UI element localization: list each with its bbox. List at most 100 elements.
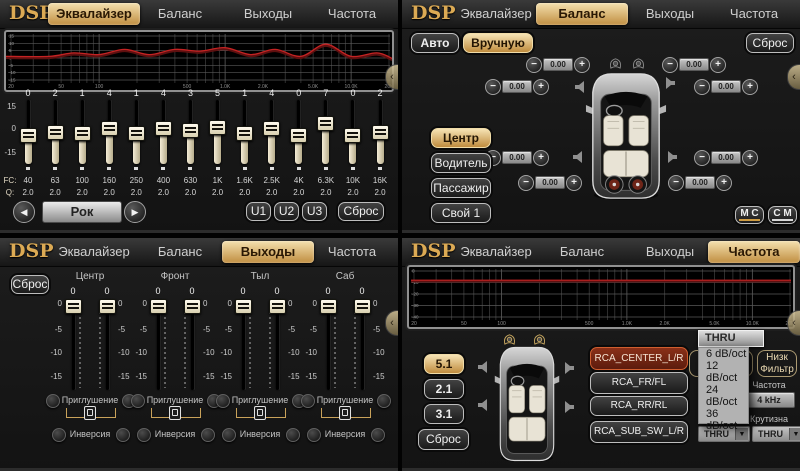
invert-toggle-right[interactable] [116,428,130,442]
output-slider-handle[interactable] [65,299,82,314]
tab-balance[interactable]: Баланс [536,3,628,25]
band-slider-handle[interactable] [344,128,361,143]
panel-pullout-handle[interactable]: ‹ [787,310,800,336]
panel-pullout-handle[interactable]: ‹ [787,64,800,90]
eq-reset-button[interactable]: Сброс [338,202,384,221]
band-slider-handle[interactable] [155,121,172,136]
output-slider-handle[interactable] [150,299,167,314]
output-slider-handle[interactable] [354,299,371,314]
invert-toggle-right[interactable] [201,428,215,442]
tab-outputs[interactable]: Выходы [222,241,314,263]
mode-button-5-1[interactable]: 5.1 [424,354,464,374]
invert-toggle-right[interactable] [371,428,385,442]
band-slider-handle[interactable] [47,125,64,140]
auto-button[interactable]: Авто [411,33,459,53]
slope-dropdown-option-3[interactable]: 24 dB/oct [699,384,748,408]
tweeter-icon [608,56,623,74]
band-slider-handle[interactable] [74,126,91,141]
slope-dropdown-selected[interactable]: THRU [698,330,764,347]
level-plus-button[interactable]: + [710,57,726,73]
balance-preset-1[interactable]: Центр [431,128,491,148]
balance-preset-3[interactable]: Пассажир [431,178,491,198]
band-slider-handle[interactable] [128,126,145,141]
tab-equalizer[interactable]: Эквалайзер [48,3,140,25]
mc-mode-button[interactable]: M C [735,206,764,224]
tab-frequency[interactable]: Частота [708,241,800,263]
tab-balance[interactable]: Баланс [134,241,226,263]
balance-preset-2[interactable]: Водитель [431,153,491,173]
tab-outputs[interactable]: Выходы [624,241,716,263]
manual-button[interactable]: Вручную [463,33,533,53]
level-minus-button[interactable]: − [694,79,710,95]
tab-balance[interactable]: Баланс [134,3,226,25]
balance-preset-4[interactable]: Свой 1 [431,203,491,223]
level-minus-button[interactable]: − [526,57,542,73]
mode-button-3-1[interactable]: 3.1 [424,404,464,424]
level-minus-button[interactable]: − [668,175,684,191]
slope-dropdown-option-4[interactable]: 36 dB/oct [699,408,748,432]
tab-frequency[interactable]: Частота [306,3,398,25]
preset-display[interactable]: Рок [42,201,122,223]
link-lock-icon[interactable] [84,406,96,420]
tab-outputs[interactable]: Выходы [624,3,716,25]
balance-reset-button[interactable]: Сброс [746,33,794,53]
memory-button-u3[interactable]: U3 [302,202,327,221]
band-slider-handle[interactable] [236,126,253,141]
memory-button-u2[interactable]: U2 [274,202,299,221]
mute-label: Приглушение [56,395,124,405]
preset-prev-button[interactable]: ◀ [13,201,35,223]
low-filter-tab[interactable]: Низк Фильтр [757,350,797,377]
tab-frequency[interactable]: Частота [708,3,800,25]
link-lock-icon[interactable] [254,406,266,420]
link-lock-icon[interactable] [339,406,351,420]
output-gain-value: 0 [233,286,253,296]
preset-next-button[interactable]: ▶ [124,201,146,223]
invert-toggle-right[interactable] [286,428,300,442]
rca-button-1[interactable]: RCA_CENTER_L/R [590,347,688,370]
level-plus-button[interactable]: + [566,175,582,191]
output-slider-handle[interactable] [99,299,116,314]
level-minus-button[interactable]: − [662,57,678,73]
band-slider-handle[interactable] [372,125,389,140]
slope-dropdown-option-1[interactable]: 6 dB/oct [699,348,748,360]
level-plus-button[interactable]: + [716,175,732,191]
level-plus-button[interactable]: + [742,150,758,166]
memory-button-u1[interactable]: U1 [246,202,271,221]
rca-button-3[interactable]: RCA_RR/RL [590,396,688,416]
rca-button-2[interactable]: RCA_FR/FL [590,372,688,394]
band-slider-handle[interactable] [209,120,226,135]
cm-mode-button[interactable]: C M [768,206,797,224]
output-slider-handle[interactable] [235,299,252,314]
band-slider-handle[interactable] [101,121,118,136]
band-slider-end-dot [26,167,30,170]
level-minus-button[interactable]: − [518,175,534,191]
tab-balance[interactable]: Баланс [536,241,628,263]
level-plus-button[interactable]: + [742,79,758,95]
level-minus-button[interactable]: − [694,150,710,166]
band-slider-handle[interactable] [263,121,280,136]
tab-equalizer[interactable]: Эквалайзер [48,241,140,263]
output-slider-handle[interactable] [320,299,337,314]
output-slider-handle[interactable] [184,299,201,314]
mode-button-2-1[interactable]: 2.1 [424,379,464,399]
tab-equalizer[interactable]: Эквалайзер [450,3,542,25]
tab-equalizer[interactable]: Эквалайзер [450,241,542,263]
level-plus-button[interactable]: + [533,79,549,95]
tab-outputs[interactable]: Выходы [222,3,314,25]
band-slider-handle[interactable] [317,116,334,131]
tab-frequency[interactable]: Частота [306,241,398,263]
mute-toggle-right[interactable] [377,394,391,408]
rca-button-4[interactable]: RCA_SUB_SW_L/R [590,421,688,443]
frequency-reset-button[interactable]: Сброс [418,429,469,450]
slope-select-low[interactable]: THRU▼ [752,426,800,442]
outputs-reset-button[interactable]: Сброс [11,275,49,294]
band-slider-handle[interactable] [290,128,307,143]
output-slider-handle[interactable] [269,299,286,314]
level-plus-button[interactable]: + [533,150,549,166]
slope-dropdown-option-2[interactable]: 12 dB/oct [699,360,748,384]
band-slider-handle[interactable] [20,128,37,143]
level-plus-button[interactable]: + [574,57,590,73]
band-slider-handle[interactable] [182,123,199,138]
link-lock-icon[interactable] [169,406,181,420]
level-minus-button[interactable]: − [485,79,501,95]
